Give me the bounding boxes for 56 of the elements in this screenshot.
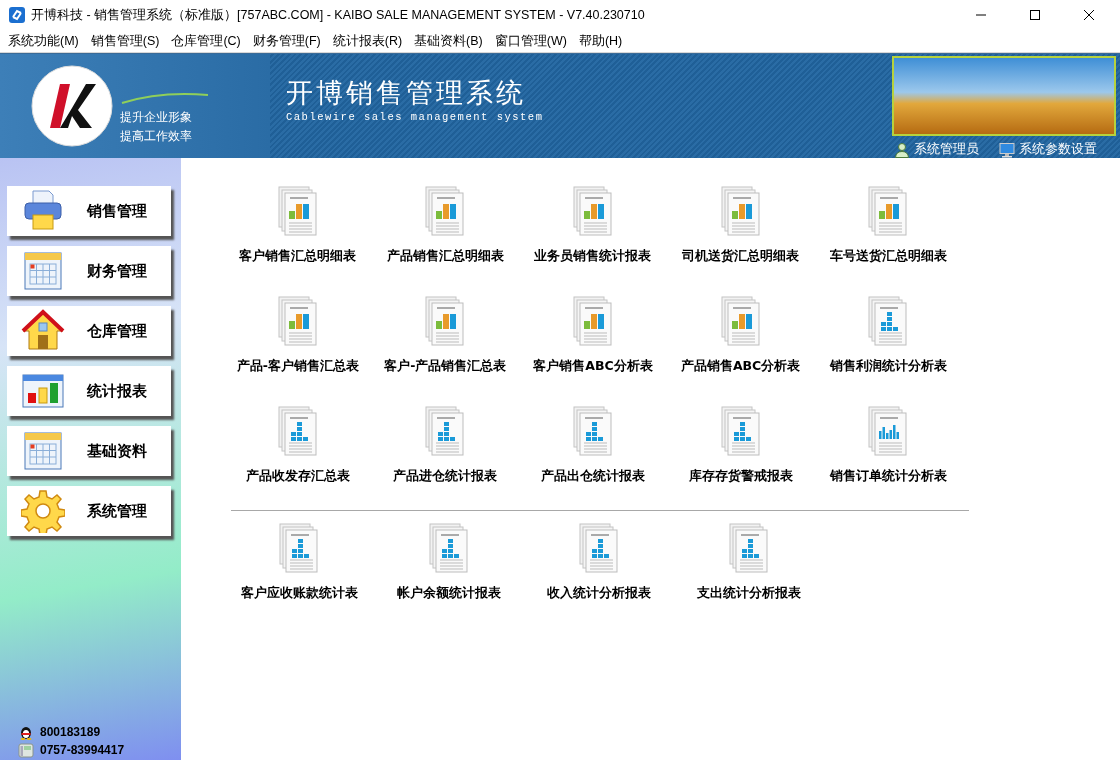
- monitor-icon: [999, 141, 1015, 158]
- calendar-icon: [21, 429, 65, 473]
- app-subtitle: Cablewire sales management system: [286, 111, 545, 123]
- slogan-text: 提升企业形象: [120, 109, 193, 126]
- report-item[interactable]: 产品进仓统计报表: [371, 400, 520, 510]
- swoosh-icon: [120, 91, 210, 105]
- menu-item[interactable]: 窗口管理(W): [488, 30, 573, 52]
- menu-item[interactable]: 帮助(H): [572, 30, 629, 52]
- sidebar-item[interactable]: 仓库管理: [7, 306, 171, 356]
- penguin-icon: [18, 724, 34, 740]
- report-item[interactable]: 产品-客户销售汇总表: [224, 290, 372, 400]
- menu-item[interactable]: 销售管理(S): [84, 30, 166, 52]
- printer-icon: [21, 189, 65, 233]
- calendar-icon: [21, 249, 65, 293]
- sidebar-item[interactable]: 系统管理: [7, 486, 171, 536]
- person-icon: [894, 141, 910, 158]
- report-item[interactable]: 客户应收账款统计表: [224, 517, 374, 627]
- header-link[interactable]: 系统管理员: [894, 141, 979, 158]
- report-item[interactable]: 客户销售ABC分析表: [519, 290, 667, 400]
- sidebar-item[interactable]: 基础资料: [7, 426, 171, 476]
- slogan-text: 提高工作效率: [120, 128, 193, 145]
- menu-item[interactable]: 基础资料(B): [408, 30, 489, 52]
- sidebar-item[interactable]: 销售管理: [7, 186, 171, 236]
- report-item[interactable]: 库存存货警戒报表: [666, 400, 815, 510]
- app-icon: [9, 7, 25, 23]
- menu-item[interactable]: 仓库管理(C): [165, 30, 247, 52]
- house-icon: [21, 309, 65, 353]
- report-item[interactable]: 产品收发存汇总表: [224, 400, 372, 510]
- phone-number: 0757-83994417: [40, 743, 125, 757]
- telephone-icon: [18, 742, 34, 758]
- app-title: 开博销售管理系统: [286, 76, 527, 110]
- menu-item[interactable]: 系统功能(M): [2, 30, 85, 52]
- report-item[interactable]: 销售利润统计分析表: [814, 290, 962, 400]
- menu-item[interactable]: 统计报表(R): [326, 30, 409, 52]
- logo-icon: [30, 64, 114, 148]
- contact-number: 800183189: [40, 725, 101, 739]
- report-item[interactable]: 帐户余额统计报表: [374, 517, 524, 627]
- report-item[interactable]: 产品出仓统计报表: [519, 400, 667, 510]
- report-item[interactable]: 业务员销售统计报表: [519, 180, 667, 290]
- report-item[interactable]: 车号送货汇总明细表: [814, 180, 962, 290]
- maximize-icon: [1029, 9, 1041, 21]
- menu-item[interactable]: 财务管理(F): [246, 30, 327, 52]
- report-item[interactable]: 收入统计分析报表: [524, 517, 674, 627]
- report-item[interactable]: 销售订单统计分析表: [814, 400, 962, 510]
- close-icon: [1083, 9, 1095, 21]
- sidebar-item[interactable]: 统计报表: [7, 366, 171, 416]
- report-item[interactable]: 司机送货汇总明细表: [666, 180, 815, 290]
- report-item[interactable]: 产品销售汇总明细表: [371, 180, 520, 290]
- report-item[interactable]: 产品销售ABC分析表: [666, 290, 815, 400]
- report-item[interactable]: 支出统计分析报表: [674, 517, 824, 627]
- report-item[interactable]: 客户销售汇总明细表: [224, 180, 372, 290]
- report-item[interactable]: 客户-产品销售汇总表: [371, 290, 520, 400]
- gear-icon: [21, 489, 65, 533]
- header-link[interactable]: 系统参数设置: [999, 141, 1097, 158]
- sidebar-item[interactable]: 财务管理: [7, 246, 171, 296]
- window-title: 开博科技 - 销售管理系统（标准版）[757ABC.COM] - KAIBO SALE MANAGEMENT SYSTEM - V7.40.230710: [31, 6, 646, 24]
